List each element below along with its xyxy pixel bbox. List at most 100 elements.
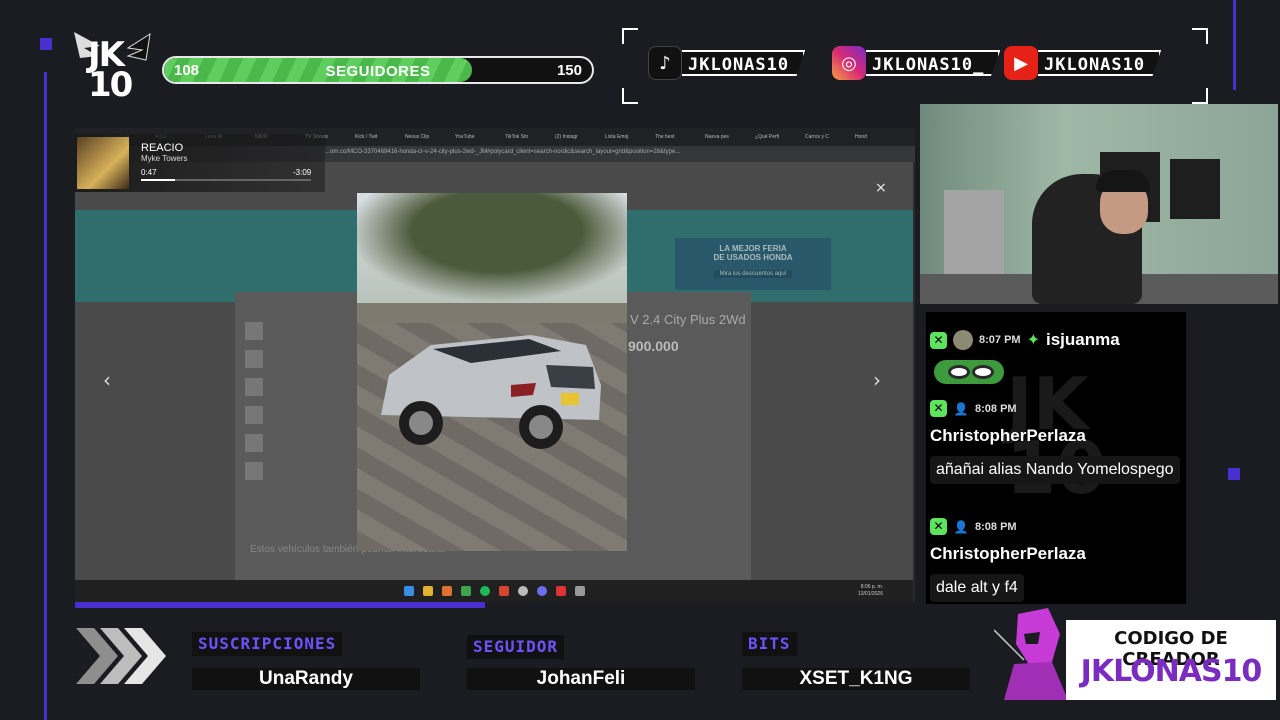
browser-tab[interactable]: Hond: [855, 134, 901, 140]
promo-cta[interactable]: Mira los descuentos aquí: [713, 270, 793, 278]
stat-value: XSET_K1NG: [742, 668, 970, 690]
chat-username: ChristopherPerlaza: [930, 426, 1086, 445]
corner-bracket: [622, 28, 638, 44]
follower-goal-bar: 108 SEGUIDORES 150: [162, 56, 594, 84]
streamer-cap: [1096, 170, 1150, 192]
photo-thumbnails[interactable]: [245, 322, 265, 490]
emote-eye: [948, 365, 970, 379]
app-icon[interactable]: [574, 586, 585, 596]
app-icon[interactable]: [555, 586, 566, 596]
chat-message-text: añañai alias Nando Yomelospego: [930, 456, 1180, 484]
song-elapsed: 0:47: [141, 168, 157, 177]
listing-title: V 2.4 City Plus 2Wd: [630, 312, 746, 327]
corner-bracket: [1192, 88, 1208, 104]
chat-message-header: ✕ 👤 8:08 PM: [930, 518, 1017, 535]
chat-message-header: ✕ 👤 8:08 PM: [930, 400, 1017, 417]
social-tiktok: ♪ JKLONAS10: [648, 46, 806, 80]
taskbar-date: 13/01/2026: [857, 591, 883, 597]
browser-tab[interactable]: TikTok Sto: [505, 134, 551, 140]
browser-tab[interactable]: Nueva pes: [705, 134, 751, 140]
follower-goal-label: SEGUIDORES: [325, 63, 431, 80]
thumbnail[interactable]: [245, 462, 263, 480]
taskbar-clock[interactable]: 8:06 p. m. 13/01/2026: [858, 584, 883, 598]
explorer-icon[interactable]: [422, 586, 433, 596]
photo-tree: [357, 193, 627, 303]
browser-tab[interactable]: Nexus Clip: [405, 134, 451, 140]
album-art: [77, 137, 129, 189]
stat-value: JohanFeli: [467, 668, 695, 690]
browser-tab[interactable]: Lista Emoj: [605, 134, 651, 140]
social-handles: ♪ JKLONAS10 ◎ JKLONAS10_ ▶ JKLONAS10: [622, 28, 1208, 104]
song-remaining: -3:09: [293, 168, 312, 177]
instagram-handle: JKLONAS10_: [866, 50, 1001, 76]
stat-label: BITS: [742, 632, 797, 656]
pepe-emote-icon: [934, 360, 1004, 384]
social-instagram: ◎ JKLONAS10_: [832, 46, 1001, 80]
frame-line-bottom: [75, 602, 485, 608]
browser-tab[interactable]: Kick / Twit: [355, 134, 401, 140]
chat-username: ChristopherPerlaza: [930, 544, 1086, 563]
latest-follower: SEGUIDOR JohanFeli: [467, 635, 697, 690]
song-title: REACIO: [141, 142, 184, 154]
logo-text: JK 10: [88, 35, 133, 105]
next-photo-button[interactable]: ›: [873, 368, 881, 392]
browser-tab[interactable]: YouTube: [455, 134, 501, 140]
song-progress-fill: [141, 179, 175, 181]
car-image: [381, 335, 601, 449]
sparkle-icon: ✦: [1026, 332, 1040, 349]
thumbnail[interactable]: [245, 322, 263, 340]
thumbnail[interactable]: [245, 406, 263, 424]
browser-tab[interactable]: (2) Instagr: [555, 134, 601, 140]
creator-code-card: CODIGO DE CREADOR JKLONAS10: [1066, 620, 1276, 700]
thumbnail[interactable]: [245, 378, 263, 396]
youtube-icon: ▶: [1004, 46, 1038, 80]
user-icon: 👤: [953, 519, 969, 534]
lightbox-photo: [357, 193, 627, 551]
promo-banner[interactable]: LA MEJOR FERIA DE USADOS HONDA Mira los …: [675, 238, 831, 290]
thumbnail[interactable]: [245, 434, 263, 452]
browser-tab[interactable]: The best: [655, 134, 701, 140]
stat-value: UnaRandy: [192, 668, 420, 690]
latest-bits: BITS XSET_K1NG: [742, 632, 972, 690]
kick-badge-icon: ✕: [930, 331, 947, 349]
spotify-icon[interactable]: [479, 586, 490, 596]
app-icon[interactable]: [441, 586, 452, 596]
creator-code-value: JKLONAS10: [1080, 654, 1263, 689]
brave-icon[interactable]: [498, 586, 509, 596]
now-playing-widget: REACIO Myke Towers 0:47 -3:09: [75, 134, 325, 192]
thumbnail[interactable]: [245, 350, 263, 368]
xbox-icon[interactable]: [460, 586, 471, 596]
follower-goal-target: 150: [556, 62, 582, 79]
emote-eye: [972, 365, 994, 379]
frame-square: [40, 38, 52, 50]
chat-time: 8:08 PM: [975, 520, 1017, 533]
chat-message-header: ✕ 8:07 PM ✦ isjuanma: [930, 330, 1120, 350]
user-avatar: [953, 330, 973, 350]
youtube-handle: JKLONAS10: [1038, 50, 1162, 76]
monitor: [1170, 159, 1220, 219]
tiktok-handle: JKLONAS10: [682, 50, 806, 76]
lightbox-close-button[interactable]: ×: [875, 180, 887, 196]
latest-subscription: SUSCRIPCIONES UnaRandy: [192, 632, 422, 690]
frame-line-right: [1233, 0, 1236, 90]
listing-price: 900.000: [628, 338, 679, 354]
browser-url: ...om.co/MCO-3370469416-honda-cr-v-24-ci…: [325, 149, 681, 155]
browser-tab[interactable]: Carros y C: [805, 134, 851, 140]
start-icon[interactable]: [403, 586, 414, 596]
kick-badge-icon: ✕: [930, 400, 947, 417]
browser-tab[interactable]: ¿Qué Perfi: [755, 134, 801, 140]
frame-line-left: [44, 72, 47, 720]
promo-line2: DE USADOS HONDA: [713, 253, 793, 262]
chat-time: 8:08 PM: [975, 402, 1017, 415]
discord-icon[interactable]: [536, 586, 547, 596]
chat-panel: JK10 ✕ 8:07 PM ✦ isjuanma ✕ 👤 8:08 PM Ch…: [926, 312, 1186, 604]
pc-tower: [944, 190, 1004, 286]
promo-line1: LA MEJOR FERIA: [719, 244, 787, 253]
kick-badge-icon: ✕: [930, 518, 947, 535]
user-icon: 👤: [953, 401, 969, 416]
previous-photo-button[interactable]: ‹: [103, 368, 111, 392]
song-artist: Myke Towers: [141, 154, 188, 163]
stat-label: SEGUIDOR: [467, 635, 565, 659]
corner-bracket: [622, 88, 638, 104]
obs-icon[interactable]: [517, 586, 528, 596]
